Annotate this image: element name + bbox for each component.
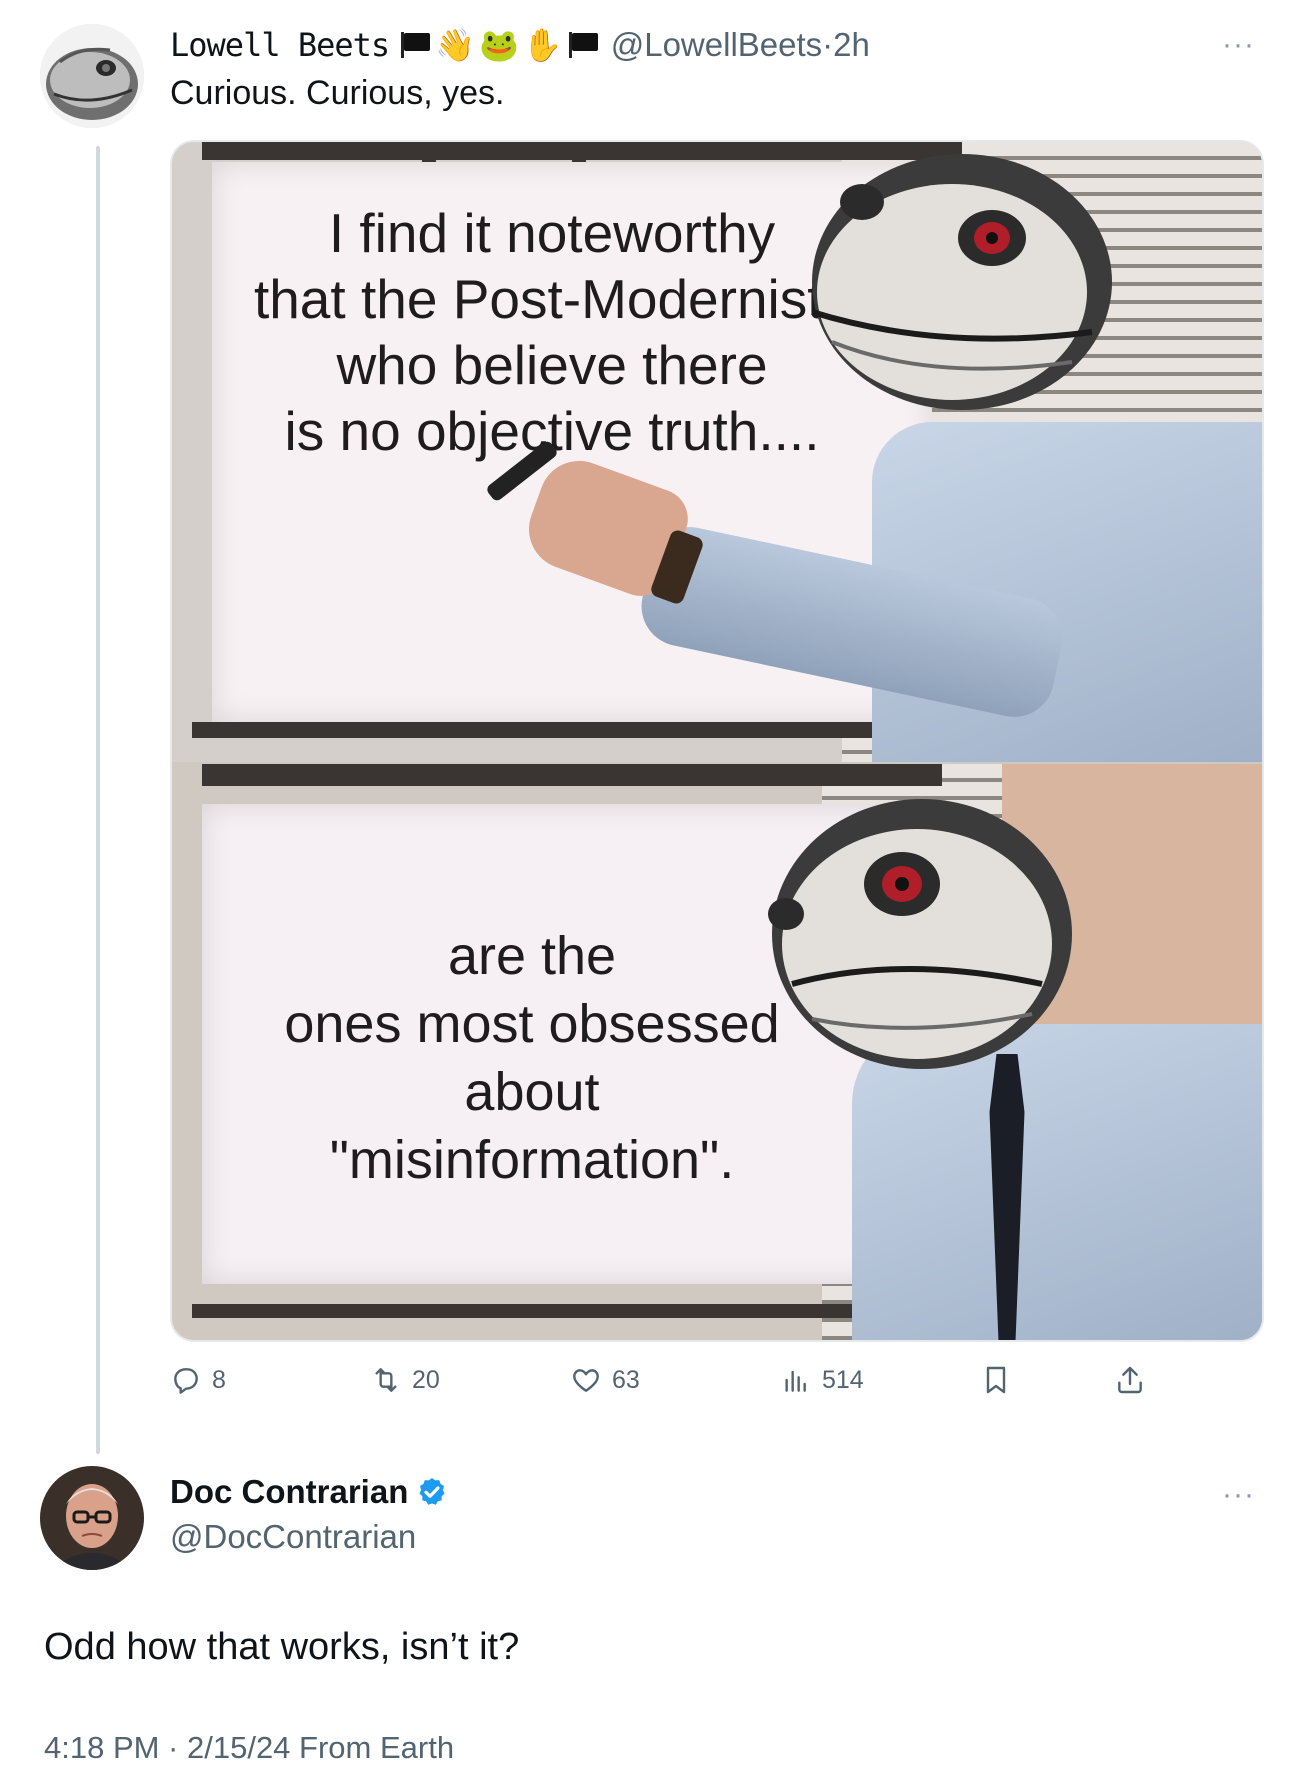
tweet-more-options-icon[interactable]: ···	[1222, 28, 1255, 62]
views-button[interactable]: 514	[780, 1356, 864, 1404]
author-handle[interactable]: @LowellBeets	[611, 26, 822, 63]
like-button[interactable]: 63	[570, 1356, 640, 1404]
meme-panel-bottom: are the ones most obsessed about "misinf…	[172, 764, 1262, 1340]
reply-button[interactable]: 8	[170, 1356, 226, 1404]
reply-more-options-icon[interactable]: ···	[1222, 1478, 1255, 1512]
black-flag-icon	[567, 32, 599, 58]
black-flag-icon	[399, 32, 431, 58]
reply-timestamp-meta[interactable]: 4:18 PM · 2/15/24 From Earth	[44, 1730, 454, 1766]
handle-and-time: @LowellBeets·2h	[611, 26, 870, 64]
share-upload-icon	[1118, 1366, 1142, 1394]
man-portrait-avatar-image	[40, 1466, 144, 1570]
separator-dot: ·	[822, 26, 834, 63]
repost-arrows-icon	[375, 1368, 397, 1392]
meme-panel-top: I find it noteworthy that the Post-Moder…	[172, 142, 1262, 762]
bar-chart-icon	[785, 1370, 806, 1392]
reply-author-handle[interactable]: @DocContrarian	[170, 1518, 416, 1556]
frog-head-bottom	[768, 799, 1072, 1069]
speech-bubble-icon	[174, 1368, 198, 1394]
waving-hand-icon: 👋	[435, 26, 476, 64]
bookmark-button[interactable]	[980, 1356, 1012, 1404]
author-name[interactable]: Lowell Beets	[170, 26, 390, 64]
bookmark-icon	[986, 1366, 1006, 1394]
thread-connector-line	[96, 146, 100, 1454]
frog-head-top	[811, 154, 1112, 410]
verified-badge-icon[interactable]	[416, 1476, 448, 1508]
tweet-text: Curious. Curious, yes.	[170, 74, 505, 112]
reply-text: Odd how that works, isn’t it?	[44, 1626, 520, 1668]
raised-hand-icon: ✋	[522, 26, 563, 64]
reply-author-name[interactable]: Doc Contrarian	[170, 1473, 408, 1511]
heart-icon	[573, 1369, 599, 1392]
reply-count: 8	[212, 1365, 226, 1394]
frog-avatar-image	[40, 24, 144, 128]
time-ago[interactable]: 2h	[833, 26, 870, 63]
doc-contrarian-avatar[interactable]	[40, 1466, 144, 1570]
repost-button[interactable]: 20	[370, 1356, 440, 1404]
frog-icon: 🐸	[479, 26, 519, 64]
name-emoji-row: 👋 🐸 ✋	[399, 29, 599, 61]
lowell-beets-avatar[interactable]	[40, 24, 144, 128]
like-count: 63	[612, 1365, 640, 1394]
repost-count: 20	[412, 1365, 440, 1394]
reply-header: Doc Contrarian	[170, 1470, 448, 1514]
tweet-action-bar: 8 20 63 514	[170, 1356, 1264, 1404]
view-count: 514	[822, 1365, 864, 1394]
tweet-header: Lowell Beets 👋 🐸 ✋ @LowellBeets·2h	[170, 24, 870, 66]
tweet-media-image[interactable]: I find it noteworthy that the Post-Moder…	[170, 140, 1264, 1342]
share-button[interactable]	[1114, 1356, 1146, 1404]
